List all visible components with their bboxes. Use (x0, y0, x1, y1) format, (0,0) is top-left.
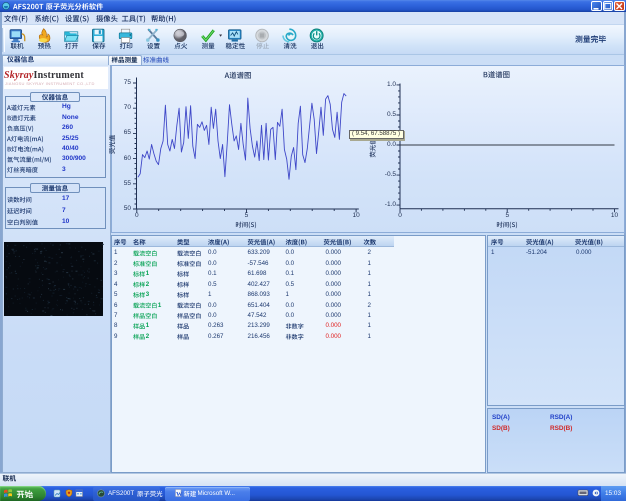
svg-text:W: W (176, 491, 183, 498)
